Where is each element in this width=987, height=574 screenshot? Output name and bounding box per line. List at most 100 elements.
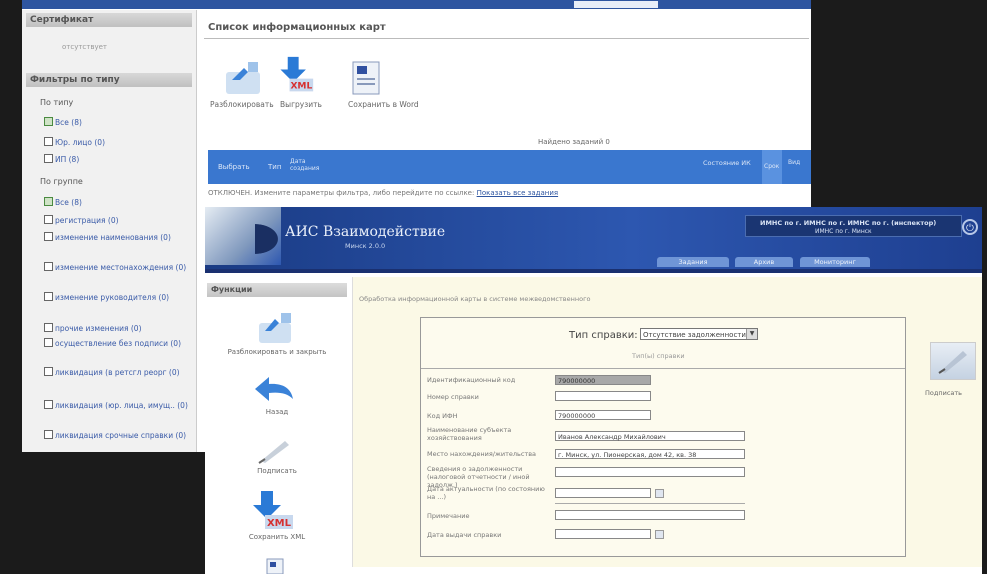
svg-text:XML: XML xyxy=(290,82,312,92)
certificate-status: отсутствует xyxy=(62,43,108,51)
certificate-form: Тип справки: Отсутствие задолженности ▼ … xyxy=(420,317,906,557)
checkbox-icon[interactable] xyxy=(44,137,53,146)
word-save-icon[interactable] xyxy=(343,60,387,100)
column-header[interactable]: Дата создания xyxy=(290,158,320,172)
checkbox-checked-icon[interactable] xyxy=(44,117,53,126)
column-header[interactable]: Состояние ИК xyxy=(703,159,758,167)
field-label: Идентификационный код xyxy=(427,376,516,384)
unlock-icon[interactable] xyxy=(222,58,266,98)
doc-type-select[interactable]: Отсутствие задолженности ▼ xyxy=(640,328,758,340)
entity-name-input[interactable]: Иванов Александр Михайлович xyxy=(555,431,745,441)
chevron-down-icon[interactable]: ▼ xyxy=(746,329,757,339)
user-org: ИМНС по г. Минск xyxy=(815,228,872,235)
note-input[interactable] xyxy=(555,510,745,520)
group-filter-item[interactable]: прочие изменения (0) xyxy=(44,323,194,334)
sign-button-right[interactable] xyxy=(930,342,976,380)
column-header[interactable]: Вид xyxy=(788,159,800,166)
checkbox-icon[interactable] xyxy=(44,323,53,332)
checkbox-icon[interactable] xyxy=(44,338,53,347)
group-filter-item[interactable]: регистрация (0) xyxy=(44,215,194,226)
type-filter-legal[interactable]: Юр. лицо (0) xyxy=(44,137,194,148)
doc-type-label: Тип справки: xyxy=(569,330,638,341)
actuality-date-input[interactable] xyxy=(555,488,651,498)
table-header: Выбрать Тип Дата создания Состояние ИК С… xyxy=(208,150,811,184)
field-label: Место нахождения/жительства xyxy=(427,450,537,458)
certificate-number-input[interactable] xyxy=(555,391,651,401)
sign-button[interactable]: Подписать xyxy=(207,467,347,475)
group-filter-item[interactable]: осуществление без подписи (0) xyxy=(44,338,194,349)
sign-pen-icon xyxy=(938,351,967,374)
app-title: АИС Взаимодействие xyxy=(285,224,446,240)
card-window: АИС Взаимодействие Минск 2.0.0 ИМНС по г… xyxy=(205,207,982,574)
group-filter-item[interactable]: ликвидация (в ретсгл реорг (0) xyxy=(44,367,194,378)
id-code-input: 790000000 xyxy=(555,375,651,385)
functions-header: Функции xyxy=(207,283,347,297)
xml-export-icon[interactable]: XML xyxy=(273,55,317,95)
app-subtitle: Минск 2.0.0 xyxy=(345,242,386,250)
checkbox-icon[interactable] xyxy=(44,232,53,241)
unlock-button-label[interactable]: Разблокировать xyxy=(210,100,274,109)
form-subtitle: Тип(ы) справки xyxy=(632,352,685,360)
header-border xyxy=(205,269,982,273)
sign-button-label[interactable]: Подписать xyxy=(925,389,962,397)
debt-info-input[interactable] xyxy=(555,467,745,477)
checkbox-icon[interactable] xyxy=(44,215,53,224)
checkbox-icon[interactable] xyxy=(44,262,53,271)
calendar-icon[interactable] xyxy=(655,530,664,539)
column-header[interactable]: Срок xyxy=(764,163,779,170)
empty-message: ОТКЛЮЧЕН. Измените параметры фильтра, ли… xyxy=(208,189,559,197)
unlock-close-icon[interactable] xyxy=(255,309,297,345)
save-xml-button[interactable]: Сохранить XML xyxy=(207,533,347,541)
divider xyxy=(555,503,745,504)
checkbox-icon[interactable] xyxy=(44,292,53,301)
column-header[interactable]: Тип xyxy=(268,163,281,171)
issue-date-input[interactable] xyxy=(555,529,651,539)
tab-monitoring[interactable]: Мониторинг xyxy=(800,257,870,267)
checkbox-icon[interactable] xyxy=(44,154,53,163)
checkbox-icon[interactable] xyxy=(44,367,53,376)
group-filter-item[interactable]: изменение наименования (0) xyxy=(44,232,194,243)
ifn-code-input[interactable]: 790000000 xyxy=(555,410,651,420)
group-filter-item[interactable]: Все (8) xyxy=(44,197,194,208)
field-label: Номер справки xyxy=(427,393,479,401)
field-label: Дата актуальности (по состоянию на ...) xyxy=(427,485,545,501)
nav-tab-active[interactable] xyxy=(574,1,658,8)
filter-sidebar: Сертификат отсутствует Фильтры по типу П… xyxy=(22,10,197,452)
back-button[interactable]: Назад xyxy=(207,408,347,416)
calendar-icon[interactable] xyxy=(655,489,664,498)
field-label: Дата выдачи справки xyxy=(427,531,502,539)
filters-header: Фильтры по типу xyxy=(26,73,192,87)
found-count: Найдено заданий 0 xyxy=(538,138,610,146)
tab-archive[interactable]: Архив xyxy=(735,257,793,267)
svg-text:XML: XML xyxy=(267,518,292,529)
address-input[interactable]: г. Минск, ул. Пионерская, дом 42, кв. 38 xyxy=(555,449,745,459)
divider xyxy=(204,38,809,39)
by-type-label: По типу xyxy=(40,98,74,107)
content-title: Обработка информационной карты в системе… xyxy=(359,295,591,303)
group-filter-item[interactable]: изменение местонахождения (0) xyxy=(44,262,194,273)
show-all-link[interactable]: Показать все задания xyxy=(477,189,559,197)
tab-tasks[interactable]: Задания xyxy=(657,257,729,267)
checkbox-icon[interactable] xyxy=(44,430,53,439)
type-filter-ip[interactable]: ИП (8) xyxy=(44,154,194,165)
xml-save-icon[interactable]: XML xyxy=(249,489,297,533)
user-name: ИМНС по г. ИМНС по г. ИМНС по г. (инспек… xyxy=(760,219,937,227)
save-word-button-label[interactable]: Сохранить в Word xyxy=(348,100,419,109)
unlock-close-button[interactable]: Разблокировать и закрыть xyxy=(207,348,347,356)
type-filter-all[interactable]: Все (8) xyxy=(44,117,194,128)
close-icon[interactable]: ⏻ xyxy=(962,219,978,235)
content-area: Обработка информационной карты в системе… xyxy=(352,277,982,567)
group-filter-item[interactable]: изменение руководителя (0) xyxy=(44,292,194,303)
checkbox-checked-icon[interactable] xyxy=(44,197,53,206)
back-arrow-icon[interactable] xyxy=(251,373,297,407)
field-label: Наименование субъекта хозяйствования xyxy=(427,426,512,442)
export-button-label[interactable]: Выгрузить xyxy=(280,100,322,109)
top-nav-bar xyxy=(22,0,811,9)
sign-pen-icon[interactable] xyxy=(255,437,295,465)
field-label: Код ИФН xyxy=(427,412,458,420)
group-filter-item[interactable]: ликвидация (юр. лица, имущ.. (0) xyxy=(44,400,194,411)
word-save-icon[interactable] xyxy=(263,557,287,574)
checkbox-icon[interactable] xyxy=(44,400,53,409)
group-filter-item[interactable]: ликвидация срочные справки (0) xyxy=(44,430,194,441)
column-header[interactable]: Выбрать xyxy=(218,163,250,171)
